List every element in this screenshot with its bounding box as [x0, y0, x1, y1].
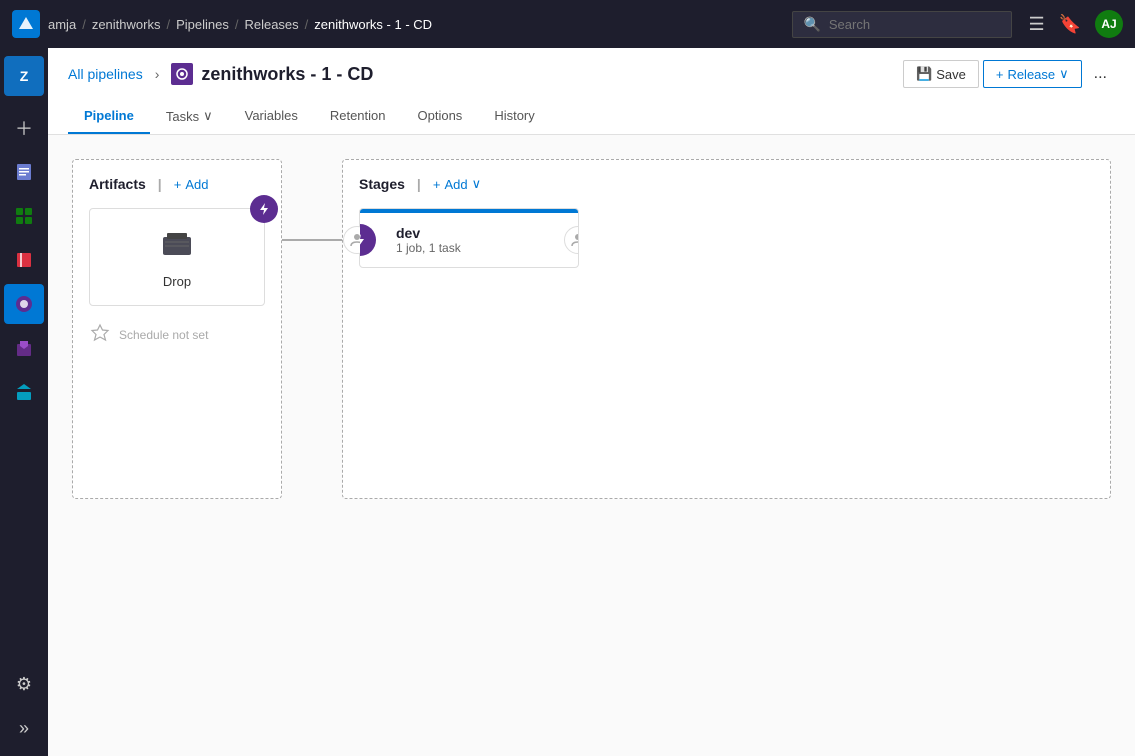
- sidebar-item-testplans[interactable]: [4, 328, 44, 368]
- artifacts-header: Artifacts | + Add: [89, 176, 265, 192]
- pipeline-title: zenithworks - 1 - CD: [201, 64, 373, 85]
- search-box[interactable]: 🔍: [792, 11, 1012, 38]
- stages-add-icon: +: [433, 177, 441, 192]
- more-options-button[interactable]: ...: [1086, 60, 1115, 88]
- pipeline-icon: [171, 63, 193, 85]
- repos-icon: [14, 250, 34, 270]
- stage-name: dev: [396, 225, 461, 241]
- breadcrumb: amja / zenithworks / Pipelines / Release…: [48, 17, 784, 32]
- add-icon: ＋: [15, 115, 33, 141]
- bookmark-icon[interactable]: 🔖: [1059, 14, 1081, 35]
- breadcrumb-sep-2: /: [166, 17, 170, 32]
- content-area: All pipelines › zenithworks - 1 - CD 💾 S…: [48, 48, 1135, 756]
- tab-tasks[interactable]: Tasks ∨: [150, 100, 229, 134]
- tab-history[interactable]: History: [478, 100, 550, 134]
- cd-icon: [175, 67, 189, 81]
- pipeline-canvas: Artifacts | + Add: [48, 135, 1135, 756]
- top-nav-icons: ☰ 🔖 AJ: [1028, 10, 1123, 38]
- artifacts-title: Artifacts: [89, 176, 146, 192]
- breadcrumb-chevron: ›: [155, 66, 160, 82]
- breadcrumb-pipelines[interactable]: Pipelines: [176, 17, 229, 32]
- release-button[interactable]: + Release ∨: [983, 60, 1082, 88]
- sidebar-item-settings[interactable]: ⚙: [4, 664, 44, 704]
- schedule-text: Schedule not set: [119, 328, 208, 342]
- testplans-icon: [14, 338, 34, 358]
- stage-approver-icon[interactable]: [564, 226, 579, 254]
- artifacts-icon: [14, 382, 34, 402]
- all-pipelines-link[interactable]: All pipelines: [68, 66, 143, 82]
- breadcrumb-sep-1: /: [82, 17, 86, 32]
- artifact-type-icon: [106, 225, 248, 268]
- settings-icon: ⚙: [16, 674, 32, 695]
- app-logo[interactable]: [12, 10, 40, 38]
- stage-meta: 1 job, 1 task: [396, 241, 461, 255]
- breadcrumb-sep-4: /: [305, 17, 309, 32]
- stage-info: dev 1 job, 1 task: [396, 225, 461, 255]
- tabs: Pipeline Tasks ∨ Variables Retention Opt…: [68, 100, 1115, 134]
- stages-add-link[interactable]: + Add ∨: [433, 176, 481, 192]
- title-actions: 💾 Save + Release ∨ ...: [903, 60, 1115, 88]
- save-icon: 💾: [916, 66, 932, 82]
- stage-card-wrapper: dev 1 job, 1 task: [359, 208, 1094, 268]
- breadcrumb-zenithworks[interactable]: zenithworks: [92, 17, 161, 32]
- pipelines-icon: [14, 294, 34, 314]
- sidebar: Z ＋: [0, 48, 48, 756]
- sidebar-logo[interactable]: Z: [4, 56, 44, 96]
- release-dropdown-icon: ∨: [1059, 66, 1069, 82]
- main-layout: Z ＋: [0, 48, 1135, 756]
- pipeline-sections: Artifacts | + Add: [72, 159, 1111, 499]
- tab-variables[interactable]: Variables: [229, 100, 314, 134]
- tasks-dropdown-icon: ∨: [203, 108, 213, 124]
- breadcrumb-current: zenithworks - 1 - CD: [314, 17, 432, 32]
- artifact-lightning-icon: [250, 195, 278, 223]
- sidebar-item-artifacts[interactable]: [4, 372, 44, 412]
- artifacts-add-link[interactable]: + Add: [174, 177, 209, 192]
- artifacts-add-icon: +: [174, 177, 182, 192]
- breadcrumb-sep-3: /: [235, 17, 239, 32]
- stage-lightning-icon: [359, 224, 376, 256]
- plus-icon: +: [996, 67, 1004, 82]
- docs-icon: [14, 162, 34, 182]
- sidebar-item-docs[interactable]: [4, 152, 44, 192]
- artifacts-section: Artifacts | + Add: [72, 159, 282, 499]
- sidebar-item-boards[interactable]: [4, 196, 44, 236]
- connector: [282, 239, 342, 241]
- sidebar-item-pipelines[interactable]: [4, 284, 44, 324]
- sidebar-item-repos[interactable]: [4, 240, 44, 280]
- search-input[interactable]: [829, 17, 1002, 32]
- top-nav: amja / zenithworks / Pipelines / Release…: [0, 0, 1135, 48]
- stages-header: Stages | + Add ∨: [359, 176, 1094, 192]
- search-icon: 🔍: [803, 16, 820, 33]
- stages-add-dropdown-icon: ∨: [472, 176, 482, 192]
- artifact-card-drop[interactable]: Drop: [89, 208, 265, 306]
- breadcrumb-releases[interactable]: Releases: [244, 17, 298, 32]
- stages-title: Stages: [359, 176, 405, 192]
- breadcrumb-amja[interactable]: amja: [48, 17, 76, 32]
- stages-section: Stages | + Add ∨: [342, 159, 1111, 499]
- stage-card-body: dev 1 job, 1 task: [360, 213, 578, 267]
- sidebar-item-expand[interactable]: »: [4, 708, 44, 748]
- tab-options[interactable]: Options: [402, 100, 479, 134]
- expand-icon: »: [19, 718, 29, 739]
- tab-retention[interactable]: Retention: [314, 100, 402, 134]
- stage-card-dev[interactable]: dev 1 job, 1 task: [359, 208, 579, 268]
- schedule-section: Schedule not set: [89, 322, 265, 347]
- sidebar-bottom: ⚙ »: [4, 664, 44, 756]
- schedule-icon: [89, 322, 111, 347]
- sub-header: All pipelines › zenithworks - 1 - CD 💾 S…: [48, 48, 1135, 135]
- sidebar-item-add[interactable]: ＋: [4, 108, 44, 148]
- boards-icon: [14, 206, 34, 226]
- tab-pipeline[interactable]: Pipeline: [68, 100, 150, 134]
- artifact-label: Drop: [106, 274, 248, 289]
- pipeline-title-row: All pipelines › zenithworks - 1 - CD 💾 S…: [68, 60, 1115, 88]
- save-button[interactable]: 💾 Save: [903, 60, 979, 88]
- avatar[interactable]: AJ: [1095, 10, 1123, 38]
- list-icon[interactable]: ☰: [1028, 14, 1044, 35]
- connector-line: [282, 239, 342, 241]
